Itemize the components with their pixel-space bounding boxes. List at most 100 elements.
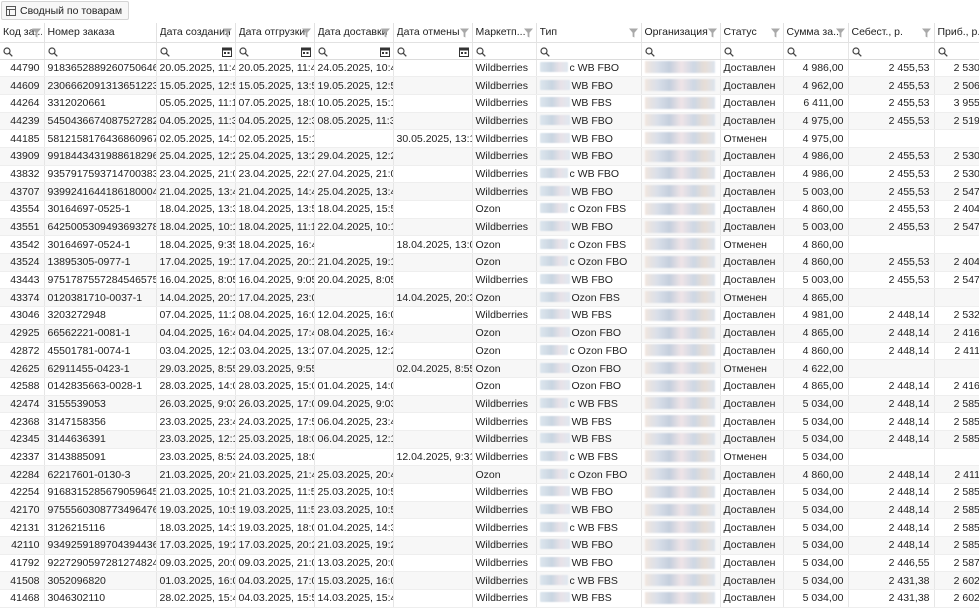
cell-profit[interactable]: 3 955,47 — [934, 94, 979, 112]
cell-shipped[interactable]: 04.03.2025, 15:59 — [235, 590, 314, 608]
cell-order[interactable]: 3147158356 — [44, 413, 156, 431]
cell-delivered[interactable]: 25.04.2025, 13:49 — [314, 183, 393, 201]
cell-type[interactable]: WB FBO — [536, 218, 641, 236]
cell-cancelled[interactable] — [393, 324, 472, 342]
cell-shipped[interactable]: 24.03.2025, 18:00 — [235, 448, 314, 466]
cell-type[interactable]: с WB FBS — [536, 572, 641, 590]
cell-shipped[interactable]: 19.03.2025, 11:58 — [235, 501, 314, 519]
cell-shipped[interactable]: 17.04.2025, 23:00 — [235, 289, 314, 307]
table-row[interactable]: 42337314388509123.03.2025, 8:5324.03.202… — [0, 448, 979, 466]
cell-type[interactable]: WB FBS — [536, 94, 641, 112]
cell-cost[interactable]: 2 431,38 — [848, 590, 934, 608]
cell-market[interactable]: Wildberries — [472, 271, 536, 289]
cell-order[interactable]: 91836528892607506469 — [44, 59, 156, 77]
table-row[interactable]: 41508305209682001.03.2025, 16:0204.03.20… — [0, 572, 979, 590]
cell-cost[interactable]: 2 448,14 — [848, 430, 934, 448]
cell-status[interactable]: Доставлен — [720, 395, 783, 413]
cell-status[interactable]: Доставлен — [720, 254, 783, 272]
cell-org[interactable] — [641, 572, 720, 590]
cell-cost[interactable]: 2 455,53 — [848, 165, 934, 183]
cell-market[interactable]: Ozon — [472, 342, 536, 360]
cell-market[interactable]: Wildberries — [472, 112, 536, 130]
cell-id[interactable]: 44264 — [0, 94, 44, 112]
cell-sum[interactable]: 5 034,00 — [783, 448, 848, 466]
cell-cost[interactable]: 2 455,53 — [848, 112, 934, 130]
cell-type[interactable]: с WB FBS — [536, 395, 641, 413]
cell-delivered[interactable]: 13.03.2025, 20:03 — [314, 554, 393, 572]
table-row[interactable]: 4228462217601-0130-321.03.2025, 20:4521.… — [0, 466, 979, 484]
cell-shipped[interactable]: 17.04.2025, 20:11 — [235, 254, 314, 272]
cell-org[interactable] — [641, 236, 720, 254]
cell-order[interactable]: 30164697-0525-1 — [44, 201, 156, 219]
cell-created[interactable]: 29.03.2025, 8:55 — [156, 360, 235, 378]
cell-cost[interactable]: 2 446,55 — [848, 554, 934, 572]
cell-market[interactable]: Wildberries — [472, 519, 536, 537]
cell-created[interactable]: 18.04.2025, 9:35 — [156, 236, 235, 254]
filter-cell-delivered[interactable] — [314, 42, 393, 59]
cell-status[interactable]: Доставлен — [720, 183, 783, 201]
cell-created[interactable]: 07.04.2025, 11:29 — [156, 307, 235, 325]
cell-type[interactable]: WB FBO — [536, 112, 641, 130]
cell-market[interactable]: Ozon — [472, 466, 536, 484]
cell-delivered[interactable]: 21.04.2025, 19:11 — [314, 254, 393, 272]
filter-funnel-icon[interactable] — [381, 28, 390, 38]
cell-delivered[interactable]: 08.05.2025, 11:35 — [314, 112, 393, 130]
cell-created[interactable]: 26.03.2025, 9:03 — [156, 395, 235, 413]
cell-cancelled[interactable] — [393, 77, 472, 95]
cell-sum[interactable]: 5 003,00 — [783, 218, 848, 236]
cell-type[interactable]: WB FBS — [536, 307, 641, 325]
cell-id[interactable]: 42588 — [0, 377, 44, 395]
cell-created[interactable]: 01.03.2025, 16:02 — [156, 572, 235, 590]
cell-market[interactable]: Wildberries — [472, 554, 536, 572]
cell-delivered[interactable] — [314, 236, 393, 254]
cell-created[interactable]: 17.03.2025, 19:25 — [156, 537, 235, 555]
cell-created[interactable]: 23.03.2025, 8:53 — [156, 448, 235, 466]
cell-delivered[interactable]: 10.05.2025, 15:12 — [314, 94, 393, 112]
cell-status[interactable]: Доставлен — [720, 554, 783, 572]
cell-market[interactable]: Wildberries — [472, 165, 536, 183]
cell-delivered[interactable] — [314, 130, 393, 148]
cell-shipped[interactable]: 07.05.2025, 18:00 — [235, 94, 314, 112]
cell-type[interactable]: WB FBO — [536, 271, 641, 289]
cell-org[interactable] — [641, 360, 720, 378]
cell-order[interactable]: 3312020661 — [44, 94, 156, 112]
cell-id[interactable]: 43554 — [0, 201, 44, 219]
cell-sum[interactable]: 5 034,00 — [783, 484, 848, 502]
cell-cost[interactable]: 2 455,53 — [848, 77, 934, 95]
cell-id[interactable]: 42925 — [0, 324, 44, 342]
column-header-cost[interactable]: Себест., р. — [848, 23, 934, 42]
cell-cancelled[interactable] — [393, 94, 472, 112]
table-row[interactable]: 41468304630211028.02.2025, 15:4104.03.20… — [0, 590, 979, 608]
cell-delivered[interactable]: 22.04.2025, 10:16 — [314, 218, 393, 236]
table-row[interactable]: 4354230164697-0524-118.04.2025, 9:3518.0… — [0, 236, 979, 254]
cell-created[interactable]: 21.03.2025, 10:54 — [156, 484, 235, 502]
cell-status[interactable]: Доставлен — [720, 342, 783, 360]
cell-sum[interactable]: 5 034,00 — [783, 572, 848, 590]
cell-order[interactable]: 13895305-0977-1 — [44, 254, 156, 272]
cell-status[interactable]: Доставлен — [720, 413, 783, 431]
cell-order[interactable]: 3155539053 — [44, 395, 156, 413]
cell-shipped[interactable]: 18.04.2025, 16:45 — [235, 236, 314, 254]
cell-cancelled[interactable] — [393, 201, 472, 219]
cell-org[interactable] — [641, 165, 720, 183]
cell-type[interactable]: с Ozon FBS — [536, 236, 641, 254]
cell-delivered[interactable]: 14.03.2025, 15:41 — [314, 590, 393, 608]
filter-cell-market[interactable] — [472, 42, 536, 59]
cell-delivered[interactable]: 27.04.2025, 21:01 — [314, 165, 393, 183]
cell-org[interactable] — [641, 448, 720, 466]
filter-cell-cost[interactable] — [848, 42, 934, 59]
summary-by-products-button[interactable]: Сводный по товарам — [1, 1, 129, 20]
cell-cancelled[interactable] — [393, 519, 472, 537]
cell-type[interactable]: WB FBO — [536, 537, 641, 555]
cell-delivered[interactable]: 01.04.2025, 14:30 — [314, 519, 393, 537]
cell-type[interactable]: с WB FBO — [536, 165, 641, 183]
cell-org[interactable] — [641, 59, 720, 77]
calendar-icon[interactable] — [301, 47, 311, 57]
cell-market[interactable]: Wildberries — [472, 94, 536, 112]
table-row[interactable]: 4292566562221-0081-104.04.2025, 16:4804.… — [0, 324, 979, 342]
cell-delivered[interactable]: 08.04.2025, 16:48 — [314, 324, 393, 342]
filter-cell-type[interactable] — [536, 42, 641, 59]
cell-status[interactable]: Доставлен — [720, 430, 783, 448]
cell-created[interactable]: 23.04.2025, 21:01 — [156, 165, 235, 183]
cell-delivered[interactable] — [314, 289, 393, 307]
